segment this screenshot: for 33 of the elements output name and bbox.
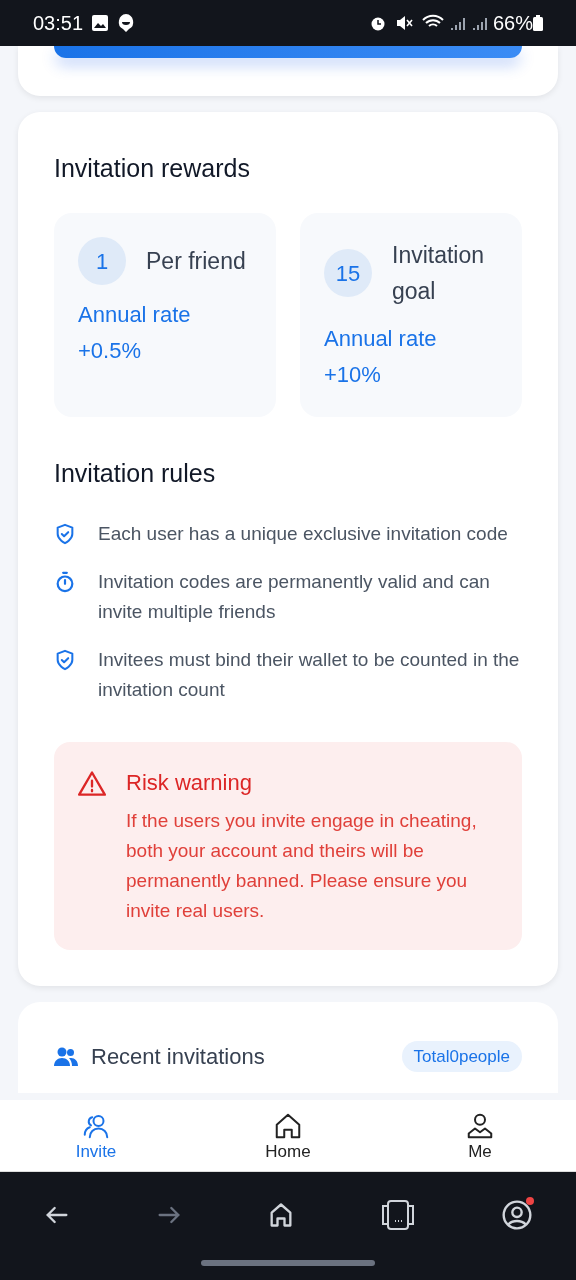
mute-icon (394, 14, 413, 32)
tab-item[interactable]: Me (384, 1100, 576, 1171)
count-badge: 15 (324, 249, 372, 297)
stopwatch-icon (54, 571, 76, 593)
warning-icon (78, 770, 106, 796)
rule-text: Invitees must bind their wallet to be counted in the invitation count (98, 648, 521, 702)
tabs-icon[interactable] (379, 1199, 417, 1231)
annual-rate-value: +0.5% (78, 337, 142, 365)
people-icon (54, 1046, 78, 1067)
annual-rate-label: Annual rate (78, 301, 192, 329)
reward-label: Invitation goal (392, 241, 486, 306)
reward-label: Per friend (146, 247, 246, 276)
status-time: 03:51 (33, 11, 84, 36)
shield-check-icon (54, 523, 76, 545)
rule-text: Invitation codes are permanently valid and can invite multiple friends (98, 570, 491, 624)
warning-text: If the users you invite engage in cheating, both your account and theirs will be permanently banned. Please ensure you invite real users. (126, 809, 478, 923)
tab-item[interactable]: Invite (0, 1100, 192, 1171)
shield-check-icon (54, 649, 76, 671)
total-count-badge: Total0people (401, 1040, 522, 1073)
annual-rate-value: +10% (324, 361, 382, 389)
section-title: Invitation rules (54, 458, 217, 489)
annual-rate-label: Annual rate (324, 325, 438, 353)
tab-item[interactable]: Home (192, 1100, 384, 1171)
section-title: Recent invitations (91, 1043, 265, 1071)
warning-title: Risk warning (126, 769, 253, 797)
count-badge: 1 (78, 237, 126, 285)
image-icon (91, 14, 110, 32)
battery-icon (533, 15, 543, 31)
section-title: Invitation rewards (54, 153, 251, 184)
chat-bubble-icon (117, 13, 136, 33)
rule-text: Each user has a unique exclusive invitation code (98, 522, 508, 546)
profile-icon[interactable] (501, 1199, 533, 1231)
battery-percent: 66% (492, 11, 533, 36)
